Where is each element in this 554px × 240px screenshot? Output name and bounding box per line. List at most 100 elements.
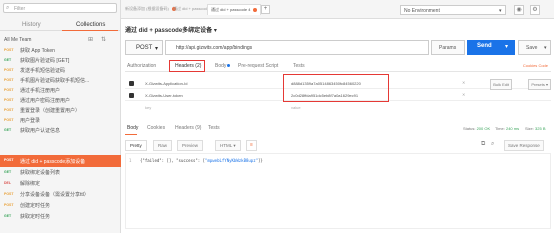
method-badge: GET — [4, 58, 12, 62]
new-tab-button[interactable]: + — [261, 5, 270, 14]
sidebar: ⌕ Filter History Collections All Me Team… — [0, 0, 121, 233]
close-icon[interactable]: ✕ — [462, 92, 465, 97]
tab-response-headers[interactable]: Headers (9) — [175, 125, 201, 131]
status-label: Status: — [463, 126, 476, 131]
tab-tests[interactable]: Tests — [293, 63, 305, 69]
raw-button[interactable]: Raw — [153, 140, 173, 151]
url-input[interactable]: http://api.gizwits.com/app/bindings — [165, 40, 429, 55]
method-badge: POST — [4, 98, 14, 102]
collection-filter: All Me Team ⊞ ⇅ — [0, 36, 121, 44]
search-input[interactable]: ⌕ Filter — [3, 3, 117, 13]
copy-icon[interactable]: ⧉ — [481, 141, 485, 148]
list-item[interactable]: GET 获取定时任务 — [0, 212, 121, 221]
chevron-down-icon[interactable]: ▾ — [505, 43, 508, 50]
method-badge: POST — [4, 108, 14, 112]
tab-response-body[interactable]: Body — [127, 125, 138, 131]
chevron-down-icon: ▾ — [499, 8, 502, 14]
tab-body[interactable]: Body — [215, 63, 231, 69]
list-item-selected[interactable]: POST 通过 did + passcode添加设备 — [0, 155, 121, 167]
list-item[interactable]: DEL 解除绑定 — [0, 179, 121, 188]
request-name: 获取 App Token — [20, 48, 55, 54]
response-body[interactable]: 1 {"failed": [], "success": ["mpwebLfYNy… — [125, 153, 551, 229]
method-badge: POST — [4, 158, 14, 162]
method-value: POST — [136, 45, 153, 51]
code-link[interactable]: Code — [538, 63, 548, 68]
request-name: 发送手机短信验证码 — [20, 68, 66, 74]
request-title: 通过 did + passcode多绑定设备 ▾ — [125, 25, 217, 34]
header-key[interactable]: X-Gizwits-Application-Id — [145, 81, 187, 86]
request-tab[interactable]: 新设备添加 (根据设备码) — [125, 6, 176, 17]
active-tab-indicator — [125, 134, 137, 135]
filter-label[interactable]: All Me Team — [4, 37, 31, 43]
cookies-link[interactable]: Cookies — [523, 63, 537, 68]
tab-prerequest-script[interactable]: Pre-request Script — [238, 63, 278, 69]
table-row-empty: key value — [125, 102, 551, 113]
tab-bar: 新设备添加 (根据设备码) 通过 did + passcode 4 通过 did… — [121, 0, 554, 19]
list-item[interactable]: POST 用户登录 — [0, 116, 121, 125]
eye-icon[interactable]: ◉ — [514, 5, 524, 15]
active-tab-indicator — [62, 30, 118, 31]
presets-dropdown[interactable]: Presets ▾ — [528, 79, 551, 90]
request-name: 用户登录 — [20, 118, 41, 124]
tab-authorization[interactable]: Authorization — [127, 63, 156, 69]
body-dot — [227, 64, 231, 68]
request-name: 获取绑定设备列表 — [20, 170, 61, 176]
environment-select[interactable]: No Environment ▾ — [400, 5, 506, 15]
close-icon[interactable]: ✕ — [462, 80, 465, 85]
list-item[interactable]: POST 创建定时任务 — [0, 201, 121, 210]
sort-icon[interactable]: ⇅ — [101, 36, 106, 43]
save-button[interactable]: Save ▾ — [518, 40, 551, 55]
request-name: 解除绑定 — [20, 181, 41, 187]
list-item[interactable]: POST 手机图片验证码获取手机短信... — [0, 76, 121, 85]
header-key[interactable]: X-Gizwits-User-token — [145, 93, 183, 98]
request-tab-active[interactable]: 通过 did + passcode 4 — [207, 4, 262, 15]
method-select[interactable]: POST ▾ — [125, 40, 163, 55]
list-item[interactable]: GET 获取图片验证码 [GET] — [0, 56, 121, 65]
request-name: 获取用户认证信息 — [20, 128, 61, 134]
size-readout: Size: 325 B — [525, 126, 545, 131]
request-name: 获取图片验证码 [GET] — [20, 58, 70, 64]
send-button[interactable]: Send ▾ — [467, 40, 515, 55]
size-label: Size: — [525, 126, 534, 131]
search-icon[interactable]: ⌕ — [491, 141, 494, 148]
list-item[interactable]: POST 通过用户密码注册用户 — [0, 96, 121, 105]
highlight-box — [283, 74, 389, 102]
new-folder-icon[interactable]: ⊞ — [88, 36, 93, 43]
tab-collections[interactable]: Collections — [76, 22, 105, 28]
chevron-down-icon[interactable]: ▾ — [214, 28, 217, 34]
save-label: Save — [526, 45, 538, 51]
list-item[interactable]: GET 获取用户认证信息 — [0, 126, 121, 135]
save-response-button[interactable]: Save Response — [504, 140, 544, 151]
list-item[interactable]: POST 发送手机短信验证码 — [0, 66, 121, 75]
method-badge: GET — [4, 128, 12, 132]
format-select[interactable]: HTML ▾ — [215, 140, 241, 151]
list-item[interactable]: POST 通过手机注册用户 — [0, 86, 121, 95]
cookies-code-links[interactable]: Cookies Code — [523, 63, 548, 68]
bulk-edit-button[interactable]: Bulk Edit — [490, 79, 512, 90]
list-item[interactable]: POST 分享设备设备（需设置分享ttl） — [0, 190, 121, 199]
header-key-placeholder[interactable]: key — [145, 105, 151, 110]
tab-response-tests[interactable]: Tests — [208, 125, 220, 131]
header-value-placeholder[interactable]: value — [291, 105, 301, 110]
gear-icon[interactable]: ⚙ — [530, 5, 540, 15]
params-label: Params — [439, 45, 457, 51]
response-code: {"failed": [], "success": ["mpwebLfYNyKb… — [140, 158, 263, 163]
tab-response-cookies[interactable]: Cookies — [147, 125, 165, 131]
header-checkbox[interactable] — [129, 93, 134, 98]
request-name: 获取定时任务 — [20, 214, 51, 220]
tab-history[interactable]: History — [22, 22, 41, 28]
pretty-button[interactable]: Pretty — [125, 140, 147, 151]
preview-button[interactable]: Preview — [177, 140, 204, 151]
wrap-lines-icon[interactable]: ≡ — [246, 140, 257, 151]
code-prefix: {"failed": [], "success": [ — [140, 158, 206, 163]
list-item[interactable]: GET 获取绑定设备列表 — [0, 168, 121, 177]
response-tabs: Body Cookies Headers (9) Tests Status: 2… — [125, 124, 551, 135]
list-item[interactable]: POST 重置登录（创建重置用户） — [0, 106, 121, 115]
header-checkbox[interactable] — [129, 81, 134, 86]
list-item[interactable]: POST 获取 App Token — [0, 46, 121, 55]
sidebar-tabs: History Collections — [0, 19, 121, 31]
params-button[interactable]: Params — [431, 40, 465, 55]
chevron-down-icon: ▾ — [544, 45, 547, 51]
method-badge: POST — [4, 78, 14, 82]
status-value: 200 OK — [476, 126, 491, 131]
